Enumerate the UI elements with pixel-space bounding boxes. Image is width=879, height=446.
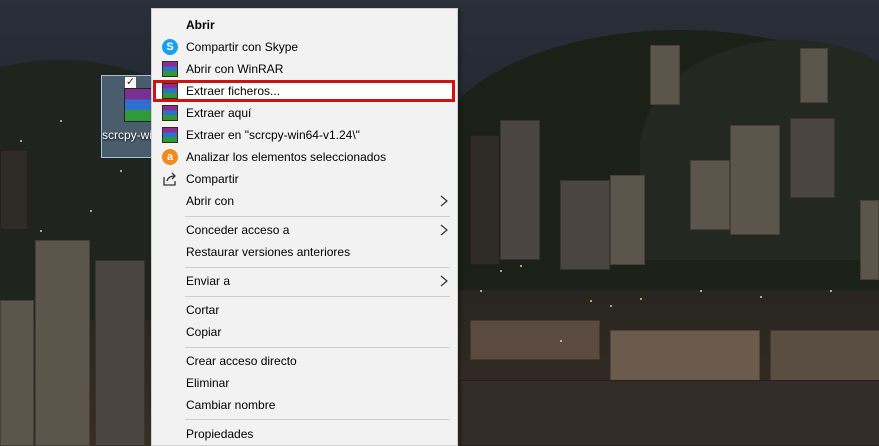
winrar-icon (162, 105, 178, 121)
chevron-right-icon (438, 193, 450, 209)
menu-item-label: Cortar (186, 303, 220, 317)
menu-item-label: Compartir (186, 172, 239, 186)
menu-item-extraer-ficheros[interactable]: Extraer ficheros... (152, 80, 457, 102)
menu-item-eliminar[interactable]: Eliminar (152, 372, 457, 394)
menu-item-abrir-con[interactable]: Abrir con (152, 190, 457, 212)
menu-separator (185, 296, 450, 297)
menu-separator (185, 347, 450, 348)
menu-item-extraer-aqui[interactable]: Extraer aquí (152, 102, 457, 124)
menu-separator (185, 419, 450, 420)
menu-item-label: Copiar (186, 325, 222, 339)
menu-item-label: Abrir (186, 18, 215, 32)
menu-item-enviar-a[interactable]: Enviar a (152, 270, 457, 292)
skype-icon: S (162, 39, 178, 55)
menu-item-label: Analizar los elementos seleccionados (186, 150, 387, 164)
menu-item-label: Extraer aquí (186, 106, 252, 120)
menu-item-label: Extraer en "scrcpy-win64-v1.24\" (186, 128, 360, 142)
menu-item-label: Eliminar (186, 376, 230, 390)
menu-item-cortar[interactable]: Cortar (152, 299, 457, 321)
winrar-icon (162, 61, 178, 77)
share-icon (162, 171, 178, 187)
menu-item-abrir[interactable]: Abrir (152, 14, 457, 36)
menu-item-label: Propiedades (186, 427, 254, 441)
menu-item-compartir-con-skype[interactable]: S Compartir con Skype (152, 36, 457, 58)
chevron-right-icon (438, 222, 450, 238)
winrar-icon (162, 83, 178, 99)
menu-item-label: Crear acceso directo (186, 354, 297, 368)
menu-separator (185, 267, 450, 268)
menu-item-analizar[interactable]: a Analizar los elementos seleccionados (152, 146, 457, 168)
avast-icon: a (162, 149, 178, 165)
menu-item-label: Abrir con (186, 194, 235, 208)
menu-item-propiedades[interactable]: Propiedades (152, 423, 457, 445)
menu-item-cambiar-nombre[interactable]: Cambiar nombre (152, 394, 457, 416)
menu-item-restaurar-versiones[interactable]: Restaurar versiones anteriores (152, 241, 457, 263)
menu-item-label: Extraer ficheros... (186, 84, 281, 98)
menu-item-extraer-en[interactable]: Extraer en "scrcpy-win64-v1.24\" (152, 124, 457, 146)
menu-item-label: Cambiar nombre (186, 398, 276, 412)
context-menu: Abrir S Compartir con Skype Abrir con Wi… (151, 8, 458, 446)
menu-item-abrir-con-winrar[interactable]: Abrir con WinRAR (152, 58, 457, 80)
menu-item-conceder-acceso[interactable]: Conceder acceso a (152, 219, 457, 241)
menu-item-label: Conceder acceso a (186, 223, 290, 237)
menu-item-label: Compartir con Skype (186, 40, 299, 54)
menu-item-label: Enviar a (186, 274, 231, 288)
menu-item-label: Restaurar versiones anteriores (186, 245, 351, 259)
winrar-icon (162, 127, 178, 143)
menu-separator (185, 216, 450, 217)
chevron-right-icon (438, 273, 450, 289)
menu-item-compartir[interactable]: Compartir (152, 168, 457, 190)
menu-item-label: Abrir con WinRAR (186, 62, 284, 76)
menu-item-crear-acceso-directo[interactable]: Crear acceso directo (152, 350, 457, 372)
menu-item-copiar[interactable]: Copiar (152, 321, 457, 343)
